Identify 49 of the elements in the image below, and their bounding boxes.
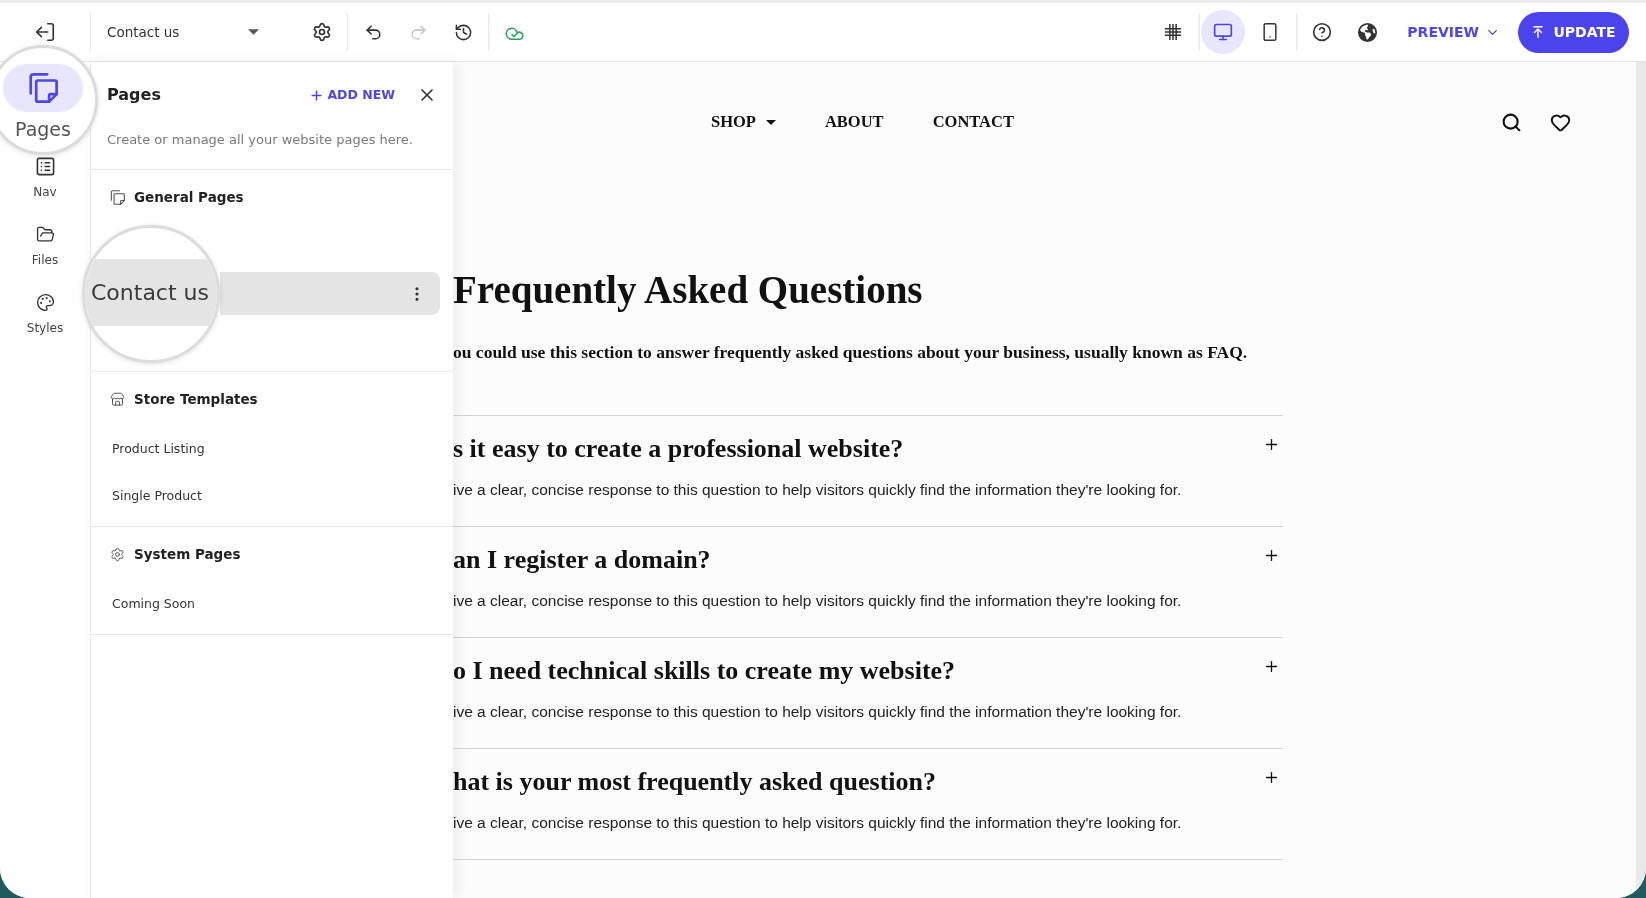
nav-link[interactable]: ABOUT xyxy=(824,109,884,135)
upload-icon xyxy=(1531,25,1546,39)
heart-icon[interactable] xyxy=(1550,111,1571,133)
page-list-item[interactable]: Coming Soon xyxy=(112,594,195,613)
history-icon[interactable] xyxy=(453,22,473,42)
faq-question: s it easy to create a professional website? xyxy=(453,433,904,465)
desktop-icon[interactable] xyxy=(1201,10,1246,54)
faq-question: o I need technical skills to create my website? xyxy=(453,655,956,687)
plus-icon[interactable] xyxy=(1263,769,1280,786)
faq-question: hat is your most frequently asked question? xyxy=(453,766,936,798)
plus-icon[interactable] xyxy=(1263,436,1280,453)
globe-icon[interactable] xyxy=(1357,22,1377,42)
page-name: Contact us xyxy=(91,278,209,307)
faq-answer: ive a clear, concise response to this question to help visitors quickly find the information they're looking for. xyxy=(453,591,1183,611)
plus-icon xyxy=(309,87,325,103)
settings-icon xyxy=(110,546,125,562)
faq-intro: ou could use this section to answer frequently asked questions about your business, usually known as FAQ. xyxy=(453,341,1249,364)
settings-icon[interactable] xyxy=(312,22,332,42)
faq-question: an I register a domain? xyxy=(453,544,711,576)
search-icon[interactable] xyxy=(1501,111,1522,133)
add-new-button[interactable]: ADD NEW xyxy=(309,85,395,105)
panel-title: Pages xyxy=(107,84,161,106)
rail-button[interactable]: Files xyxy=(31,225,59,268)
faq-answer: ive a clear, concise response to this question to help visitors quickly find the information they're looking for. xyxy=(453,702,1183,722)
section-title: General Pages xyxy=(134,187,244,207)
exit-icon[interactable] xyxy=(34,21,56,43)
update-button[interactable]: UPDATE xyxy=(1518,11,1629,53)
store-icon xyxy=(110,391,125,407)
rail-button[interactable]: Nav xyxy=(33,157,57,200)
plus-icon[interactable] xyxy=(1263,547,1280,564)
nav-link[interactable]: SHOP xyxy=(711,109,776,135)
panel-description: Create or manage all your website pages here. xyxy=(107,131,414,149)
stacked-pages-icon xyxy=(110,189,125,205)
page-select[interactable]: Contact us xyxy=(91,12,281,52)
section-title: Store Templates xyxy=(134,389,258,409)
page-list-item[interactable]: Single Product xyxy=(112,486,202,505)
faq-heading: Frequently Asked Questions xyxy=(453,267,924,314)
plus-icon[interactable] xyxy=(1263,658,1280,675)
faq-answer: ive a clear, concise response to this question to help visitors quickly find the information they're looking for. xyxy=(453,813,1183,833)
grid-icon[interactable] xyxy=(1164,23,1183,41)
section-title: System Pages xyxy=(134,544,241,564)
help-icon[interactable] xyxy=(1312,22,1333,42)
preview-button[interactable]: PREVIEW xyxy=(1407,12,1500,52)
nav-link[interactable]: CONTACT xyxy=(932,109,1014,135)
faq-answer: ive a clear, concise response to this question to help visitors quickly find the information they're looking for. xyxy=(453,480,1183,500)
caret-icon xyxy=(248,29,259,35)
rail-button[interactable]: Styles xyxy=(26,293,64,336)
rail-button[interactable]: Pages xyxy=(3,63,83,141)
page-list-item[interactable]: Product Listing xyxy=(112,439,205,458)
